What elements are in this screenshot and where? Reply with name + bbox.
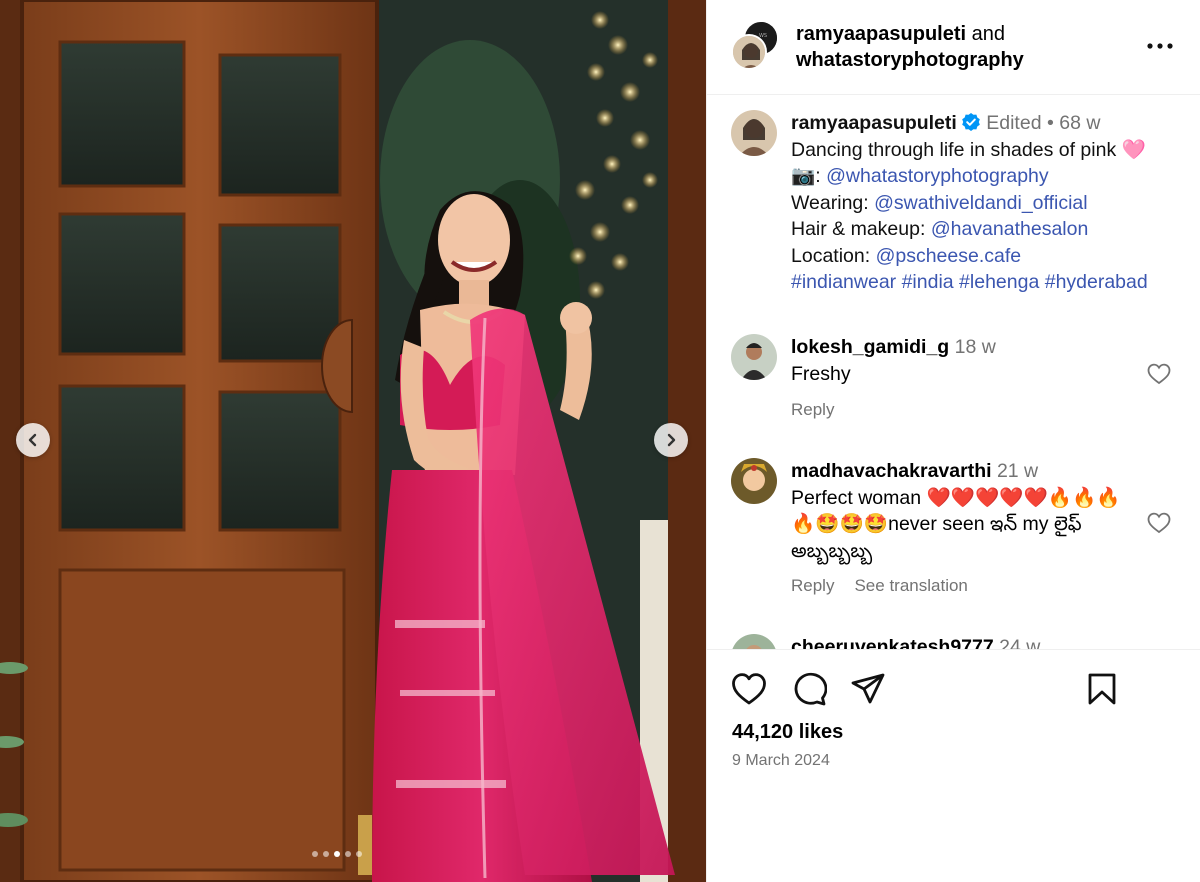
caption-photo-prefix: 📷: [791,165,827,187]
chevron-right-icon [667,433,676,447]
commenter-avatar[interactable] [731,458,777,504]
carousel-dot [356,851,362,857]
mention-salon[interactable]: @havanathesalon [931,218,1089,240]
likes-count[interactable]: 44,120 likes [732,721,843,744]
caption-age[interactable]: 68 w [1059,112,1100,134]
comment-age[interactable]: 24 w [999,636,1040,649]
mention-location[interactable]: @pscheese.cafe [876,245,1022,267]
avatar-author[interactable] [731,34,767,70]
mention-designer[interactable]: @swathiveldandi_official [874,192,1087,214]
comment-actions: Reply [791,400,834,420]
author-username[interactable]: ramyaapasupuleti [796,23,966,45]
authors-joiner: and [971,23,1006,45]
reply-button[interactable]: Reply [791,576,834,596]
post-media[interactable] [0,0,706,882]
caption-wearing-label: Wearing: [791,191,875,214]
bookmark-icon[interactable] [1087,672,1117,706]
carousel-dot-active [334,851,340,857]
comment-age[interactable]: 21 w [997,460,1038,482]
heart-icon[interactable] [1147,363,1171,385]
carousel-dot [323,851,329,857]
mention-photographer[interactable]: @whatastoryphotography [826,165,1049,187]
caption-separator: • [1046,112,1054,134]
hashtag[interactable]: #indianwear [791,271,896,293]
verified-badge-icon [962,113,980,131]
see-translation-button[interactable]: See translation [854,576,967,596]
caption-hair-label: Hair & makeup: [791,218,931,240]
reply-button[interactable]: Reply [791,400,834,420]
chevron-left-icon [28,433,37,447]
hashtag-list: #indianwear #india #lehenga #hyderabad [791,269,1191,296]
commenter-username[interactable]: madhavachakravarthi [791,460,992,482]
carousel-next-button[interactable] [654,423,688,457]
comment-text: Freshy [791,362,851,385]
commenter-avatar[interactable] [731,634,777,649]
caption-username[interactable]: ramyaapasupuleti [791,112,957,134]
carousel-indicator [312,851,362,857]
heart-icon[interactable] [1147,512,1171,534]
coauthor-username[interactable]: whatastoryphotography [796,49,1024,71]
post-date: 9 March 2024 [732,752,830,769]
more-options-button[interactable] [1145,34,1175,58]
commenter-username[interactable]: cheeruvenkatesh9777 [791,636,994,649]
caption-avatar[interactable] [731,110,777,156]
caption-edited-label: Edited [986,112,1042,134]
hashtag[interactable]: #hyderabad [1045,271,1148,293]
comment-actions: Reply See translation [791,576,968,596]
caption-line: Dancing through life in shades of pink 🩷 [791,138,1146,161]
comment-age[interactable]: 18 w [955,336,996,358]
comment-text: అబ్బబ్బబ్బ [791,539,873,562]
post-authors: ramyaapasupuleti and whatastoryphotograp… [796,21,1024,73]
carousel-dot [312,851,318,857]
carousel-prev-button[interactable] [16,423,50,457]
post-footer: 44,120 likes 9 March 2024 [707,649,1200,882]
send-icon[interactable] [850,672,886,706]
more-options-icon [1147,43,1173,49]
commenter-username[interactable]: lokesh_gamidi_g [791,336,949,358]
post-photo [0,0,706,882]
post-side-panel: WS ramyaapasupuleti and whatastoryphotog… [706,0,1200,882]
commenter-avatar[interactable] [731,334,777,380]
comment-icon[interactable] [791,672,827,706]
comment-text: 🔥🤩🤩🤩never seen ఇన్ my లైఫ్ [791,513,1082,535]
collab-avatars[interactable]: WS [731,20,783,72]
caption-location-label: Location: [791,244,876,267]
comment-text: Perfect woman ❤️❤️❤️❤️❤️🔥🔥🔥 [791,486,1121,509]
heart-icon[interactable] [731,672,767,706]
hashtag[interactable]: #lehenga [959,271,1039,293]
carousel-dot [345,851,351,857]
hashtag[interactable]: #india [902,271,954,293]
comments-section[interactable]: ramyaapasupuleti Edited • 68 w Dancing t… [707,96,1200,649]
post-header: WS ramyaapasupuleti and whatastoryphotog… [707,0,1200,95]
